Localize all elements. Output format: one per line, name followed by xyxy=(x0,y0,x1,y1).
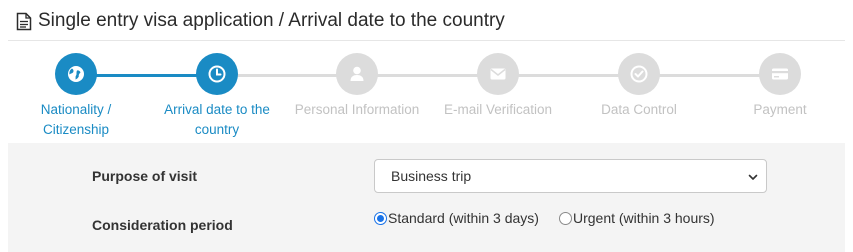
radio-button-urgent[interactable] xyxy=(558,211,572,225)
period-option-standard[interactable]: Standard (within 3 days) xyxy=(374,210,539,226)
step-label: Personal Information xyxy=(287,100,427,120)
step-label: Data Control xyxy=(569,100,709,120)
step-data-control[interactable]: Data Control xyxy=(569,53,709,120)
credit-card-icon xyxy=(772,68,788,80)
globe-icon xyxy=(68,66,84,82)
document-icon xyxy=(16,12,32,30)
step-label: Nationality / Citizenship xyxy=(6,100,146,140)
progress-stepper: Nationality / Citizenship Arrival date t… xyxy=(0,48,853,144)
step-circle xyxy=(55,53,97,95)
period-option-label: Urgent (within 3 hours) xyxy=(572,210,715,226)
step-label-line: Data Control xyxy=(601,102,677,117)
step-circle xyxy=(336,53,378,95)
step-label: Payment xyxy=(710,100,850,120)
step-label-line: Payment xyxy=(753,102,807,117)
step-label-line: E-mail Verification xyxy=(443,102,553,117)
consideration-period-radio-group: Standard (within 3 days) Urgent (within … xyxy=(374,210,735,226)
step-circle xyxy=(618,53,660,95)
step-label-line: Citizenship xyxy=(42,122,110,137)
form-panel: Purpose of visit Business trip Considera… xyxy=(8,143,845,252)
period-option-urgent[interactable]: Urgent (within 3 hours) xyxy=(558,210,715,226)
step-label-line: country xyxy=(194,122,240,137)
step-circle xyxy=(196,53,238,95)
step-circle xyxy=(759,53,801,95)
step-email-verification[interactable]: E-mail Verification xyxy=(428,53,568,120)
purpose-of-visit-label: Purpose of visit xyxy=(92,168,198,184)
step-label-line: Nationality / xyxy=(40,102,112,117)
purpose-of-visit-value: Business trip xyxy=(391,168,472,184)
step-circle xyxy=(477,53,519,95)
clock-icon xyxy=(208,65,226,83)
step-label: E-mail Verification xyxy=(428,100,568,120)
step-label-line: Arrival date to the xyxy=(164,102,270,117)
page-header: Single entry visa application / Arrival … xyxy=(16,9,505,33)
radio-button-standard[interactable] xyxy=(374,211,387,225)
step-personal-information[interactable]: Personal Information xyxy=(287,53,427,120)
step-payment[interactable]: Payment xyxy=(710,53,850,120)
step-label-line: Personal Information xyxy=(294,102,420,117)
consideration-period-label: Consideration period xyxy=(92,217,233,233)
check-icon xyxy=(630,65,648,83)
page-title: Single entry visa application / Arrival … xyxy=(38,10,505,31)
step-nationality[interactable]: Nationality / Citizenship xyxy=(6,53,146,140)
user-icon xyxy=(350,66,364,81)
purpose-of-visit-select[interactable]: Business trip xyxy=(374,159,767,193)
header-divider xyxy=(8,40,845,41)
envelope-icon xyxy=(490,68,506,80)
chevron-down-icon xyxy=(748,174,758,180)
period-option-label: Standard (within 3 days) xyxy=(388,210,539,226)
step-arrival-date[interactable]: Arrival date to the country xyxy=(147,53,287,140)
step-label: Arrival date to the country xyxy=(147,100,287,140)
